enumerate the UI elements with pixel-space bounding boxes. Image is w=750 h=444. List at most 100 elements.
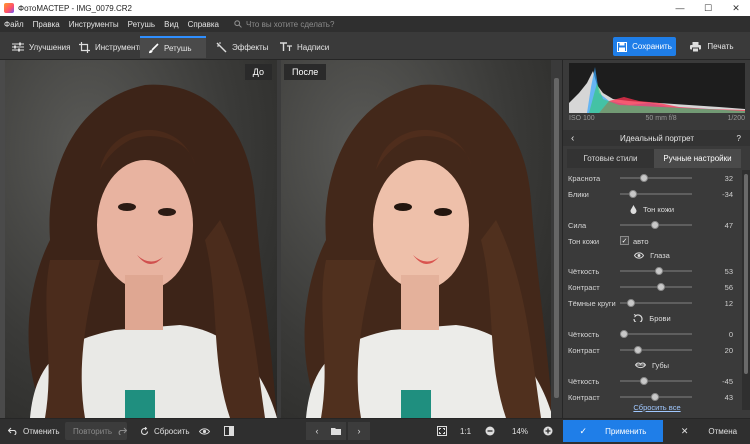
- tab-text[interactable]: Надписи: [272, 36, 337, 58]
- slider-shine[interactable]: Блики -34: [563, 186, 741, 202]
- zoom-in-icon[interactable]: [543, 418, 558, 444]
- eye-toggle-icon[interactable]: [199, 418, 215, 444]
- zoom-level: 14%: [512, 426, 529, 436]
- apply-button[interactable]: ✓ Применить: [563, 420, 663, 442]
- panel-scrollbar[interactable]: [742, 170, 750, 410]
- slider-eyes-sharpness[interactable]: Чёткость 53: [563, 263, 741, 279]
- compare-icon: [224, 426, 234, 436]
- slider-knob[interactable]: [627, 299, 635, 307]
- slider-eyes-contrast[interactable]: Контраст 56: [563, 279, 741, 295]
- after-photo: После: [281, 60, 553, 418]
- help-icon[interactable]: ?: [737, 134, 741, 143]
- panel-scroll-thumb[interactable]: [744, 174, 748, 374]
- sliders-icon: [12, 42, 24, 52]
- menu-tools[interactable]: Инструменты: [69, 20, 119, 29]
- slider-knob[interactable]: [634, 346, 642, 354]
- photomaster-window: ФотоМАСТЕР - IMG_0079.CR2 — ☐ ✕ Файл Пра…: [0, 0, 750, 444]
- slider-knob[interactable]: [640, 377, 648, 385]
- menu-help[interactable]: Справка: [188, 20, 219, 29]
- chevron-right-icon: ›: [357, 426, 361, 436]
- fit-to-screen-button[interactable]: [437, 418, 452, 444]
- slider-knob[interactable]: [651, 221, 659, 229]
- save-icon: [617, 41, 628, 52]
- back-chevron-icon[interactable]: ‹: [571, 133, 574, 144]
- check-icon: ✓: [579, 425, 588, 436]
- iso-value: ISO 100: [569, 115, 595, 122]
- tab-effects[interactable]: Эффекты: [208, 36, 276, 58]
- before-photo: До: [5, 60, 277, 418]
- slider-strength[interactable]: Сила 47: [563, 217, 741, 233]
- print-button[interactable]: Печать: [680, 37, 744, 56]
- magic-wand-icon: [216, 41, 227, 52]
- panel-header: ‹ Идеальный портрет ?: [563, 130, 750, 146]
- actual-size-button[interactable]: 1:1: [460, 418, 471, 444]
- slider-knob[interactable]: [620, 330, 628, 338]
- slider-dark-circles[interactable]: Тёмные круги 12: [563, 295, 741, 311]
- prev-photo-button[interactable]: ‹: [306, 422, 328, 440]
- auto-checkbox[interactable]: ✓: [620, 236, 629, 245]
- open-folder-button[interactable]: [326, 422, 346, 440]
- slider-knob[interactable]: [657, 283, 665, 291]
- close-icon[interactable]: ✕: [722, 0, 750, 16]
- image-canvas[interactable]: До После: [0, 60, 562, 418]
- window-controls: — ☐ ✕: [666, 0, 750, 16]
- title-bar: ФотоМАСТЕР - IMG_0079.CR2 — ☐ ✕: [0, 0, 750, 16]
- panel-mode-tabs: Готовые стили Ручные настройки: [567, 149, 741, 168]
- save-button[interactable]: Сохранить: [613, 37, 676, 56]
- canvas-scroll-thumb[interactable]: [554, 78, 559, 398]
- lips-icon: [634, 361, 646, 368]
- redo-icon: [118, 427, 128, 435]
- brush-icon: [149, 42, 159, 53]
- redo-button[interactable]: Повторить: [73, 418, 132, 444]
- after-label: После: [284, 64, 327, 80]
- canvas-scrollbar[interactable]: [551, 60, 562, 418]
- reset-button[interactable]: Сбросить: [140, 418, 190, 444]
- command-search[interactable]: Что вы хотите сделать?: [234, 20, 334, 29]
- search-placeholder: Что вы хотите сделать?: [245, 19, 335, 29]
- printer-icon: [690, 41, 702, 52]
- menu-file[interactable]: Файл: [4, 20, 24, 29]
- drop-icon: [630, 204, 637, 214]
- brow-icon: [633, 314, 643, 322]
- reset-all-link[interactable]: Сбросить все: [563, 403, 750, 412]
- reset-icon: [140, 426, 149, 435]
- tab-presets[interactable]: Готовые стили: [567, 149, 654, 168]
- cancel-button[interactable]: ✕ Отмена: [672, 420, 746, 442]
- skin-tone-auto[interactable]: Тон кожи ✓ авто: [563, 233, 741, 249]
- tab-manual[interactable]: Ручные настройки: [654, 149, 741, 168]
- slider-knob[interactable]: [651, 393, 659, 401]
- menu-view[interactable]: Вид: [164, 20, 178, 29]
- compare-view-icon[interactable]: [224, 418, 239, 444]
- slider-knob[interactable]: [655, 267, 663, 275]
- slider-knob[interactable]: [629, 190, 637, 198]
- search-icon: [234, 20, 242, 28]
- eye-icon: [634, 251, 645, 259]
- text-icon: [280, 42, 292, 51]
- menu-edit[interactable]: Правка: [33, 20, 60, 29]
- retouch-panel: ISO 100 50 mm f/8 1/200 ‹ Идеальный порт…: [562, 60, 750, 418]
- tab-enhancements[interactable]: Улучшения: [4, 36, 78, 58]
- slider-lips-sharpness[interactable]: Чёткость -45: [563, 373, 741, 389]
- menu-retouch[interactable]: Ретушь: [128, 20, 156, 29]
- menu-bar: Файл Правка Инструменты Ретушь Вид Справ…: [0, 16, 750, 32]
- zoom-out-icon[interactable]: [485, 418, 500, 444]
- portrait-image: [28, 84, 277, 418]
- next-photo-button[interactable]: ›: [348, 422, 370, 440]
- section-eyes: Глаза: [563, 248, 741, 262]
- window-title: ФотоМАСТЕР - IMG_0079.CR2: [18, 3, 132, 13]
- undo-button[interactable]: Отменить: [8, 418, 60, 444]
- eye-icon: [199, 427, 210, 435]
- section-brows: Брови: [563, 311, 741, 325]
- tab-retouch[interactable]: Ретушь: [140, 36, 206, 58]
- slider-brows-contrast[interactable]: Контраст 20: [563, 342, 741, 358]
- settings-list: Краснота 32 Блики -34 Тон кожи Сила 47 Т…: [563, 170, 741, 412]
- close-icon: ✕: [680, 425, 689, 436]
- lens-value: 50 mm f/8: [645, 115, 677, 122]
- minimize-icon[interactable]: —: [666, 0, 694, 16]
- crop-icon: [79, 41, 90, 53]
- slider-brows-sharpness[interactable]: Чёткость 0: [563, 326, 741, 342]
- slider-redness[interactable]: Краснота 32: [563, 170, 741, 186]
- maximize-icon[interactable]: ☐: [694, 0, 722, 16]
- app-logo-icon: [4, 3, 14, 13]
- slider-knob[interactable]: [640, 174, 648, 182]
